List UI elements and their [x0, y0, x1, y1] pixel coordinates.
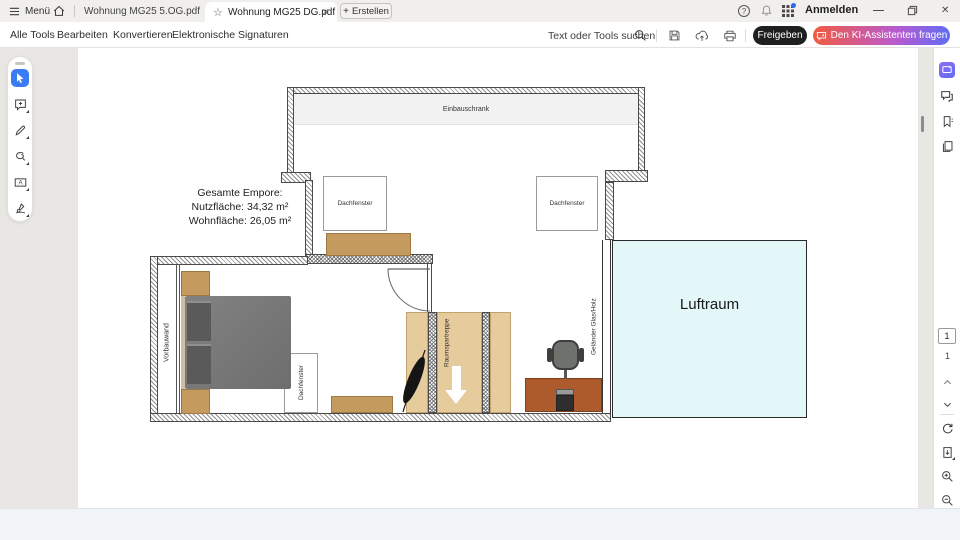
- upload-cloud-icon[interactable]: [695, 29, 709, 43]
- divider: [940, 414, 954, 415]
- menu-konvertieren[interactable]: Konvertieren: [113, 29, 173, 41]
- close-button[interactable]: ✕: [941, 5, 949, 16]
- screen: Menü Wohnung MG25 5.OG.pdf ☆ Wohnung MG2…: [0, 0, 960, 540]
- page-total: 1: [934, 351, 960, 361]
- wall: [287, 87, 294, 182]
- tab-active[interactable]: ☆ Wohnung MG25 DG.pdf ✕: [205, 2, 337, 22]
- tab-inactive[interactable]: Wohnung MG25 5.OG.pdf: [84, 0, 200, 22]
- menu-alle-tools[interactable]: Alle Tools: [10, 29, 55, 41]
- summary-line-3: Wohnfläche: 26,05 m²: [165, 214, 315, 228]
- zoom-in-icon[interactable]: [939, 468, 955, 484]
- home-icon: [52, 4, 66, 18]
- einbauschrank: Einbauschrank: [294, 94, 638, 125]
- office-chair: [552, 340, 579, 370]
- pillow: [187, 301, 211, 341]
- hamburger-icon: [9, 6, 20, 17]
- wall: [605, 170, 648, 182]
- stairs-rail: [482, 312, 490, 413]
- wall: [150, 256, 308, 265]
- notification-dot: [791, 3, 796, 8]
- ai-assistant-button[interactable]: Den KI-Assistenten fragen: [813, 26, 950, 45]
- search-icon[interactable]: [634, 29, 647, 42]
- signin-button[interactable]: Anmelden: [805, 4, 858, 16]
- summary-line-2: Nutzfläche: 34,32 m²: [165, 200, 315, 214]
- taskbar: Suche ⚙ A: [0, 508, 960, 540]
- wall: [605, 182, 614, 240]
- tab-active-label: Wohnung MG25 DG.pdf: [228, 7, 335, 18]
- wall: [287, 87, 645, 94]
- bookmarks-panel-icon[interactable]: [939, 113, 955, 129]
- fit-page-icon[interactable]: [939, 444, 955, 460]
- menu-e-signaturen[interactable]: Elektronische Signaturen: [172, 29, 289, 41]
- minimize-button[interactable]: [873, 10, 884, 11]
- titlebar: Menü Wohnung MG25 5.OG.pdf ☆ Wohnung MG2…: [0, 0, 960, 22]
- ai-chat-icon: [816, 30, 827, 41]
- rotate-page-icon[interactable]: [939, 420, 955, 436]
- print-icon[interactable]: [723, 29, 737, 43]
- dachfenster-box: Dachfenster: [323, 176, 387, 231]
- luftraum-label: Luftraum: [613, 296, 806, 313]
- floor-plan: Einbauschrank Luftraum Dachfenster Dachf…: [0, 48, 960, 508]
- nightstand: [181, 271, 210, 296]
- notifications-bell-icon[interactable]: [760, 4, 773, 17]
- wall: [638, 87, 645, 172]
- save-icon[interactable]: [668, 29, 681, 42]
- chair-armrest: [547, 348, 552, 362]
- home-button[interactable]: [52, 4, 66, 18]
- apps-grid-icon[interactable]: [782, 5, 794, 17]
- divider: [74, 5, 75, 17]
- sideboard: [326, 233, 411, 256]
- share-button[interactable]: Freigeben: [753, 26, 807, 45]
- monitor: [556, 395, 574, 411]
- pages-panel-icon[interactable]: [939, 138, 955, 154]
- railing: [602, 240, 611, 413]
- gelaender-label: Geländer Glas/Holz: [588, 292, 600, 362]
- nightstand: [181, 389, 210, 414]
- luftraum: Luftraum: [612, 240, 807, 418]
- door-swing: [386, 262, 434, 314]
- stairs-arrow-shaft: [452, 366, 461, 390]
- vorbauwand-label: Vorbauwand: [157, 288, 177, 398]
- toolbar: Alle Tools Bearbeiten Konvertieren Elekt…: [0, 22, 960, 48]
- chair-armrest: [579, 348, 584, 362]
- chair-stem: [564, 370, 567, 379]
- create-label: Erstellen: [352, 6, 389, 17]
- comments-panel-icon[interactable]: [939, 88, 955, 104]
- wall: [150, 413, 611, 422]
- summary-line-1: Gesamte Empore:: [165, 186, 315, 200]
- restore-button[interactable]: [907, 5, 918, 16]
- previous-page-icon[interactable]: [939, 374, 955, 390]
- menu-label: Menü: [25, 6, 50, 17]
- menu-bearbeiten[interactable]: Bearbeiten: [57, 29, 108, 41]
- stairs-panel: [490, 312, 511, 413]
- next-page-icon[interactable]: [939, 396, 955, 412]
- right-sidebar: 1 1: [933, 48, 960, 508]
- plant: [398, 346, 432, 414]
- tab-close-icon[interactable]: ✕: [322, 7, 330, 18]
- page-number-input[interactable]: 1: [938, 328, 956, 344]
- dachfenster-box: Dachfenster: [536, 176, 598, 231]
- divider: [656, 29, 657, 42]
- zoom-out-icon[interactable]: [939, 492, 955, 508]
- stairs-arrow-head: [445, 390, 467, 404]
- raumspartreppe-label: Raumspartreppe: [441, 315, 453, 370]
- divider: [745, 29, 746, 42]
- sideboard: [331, 396, 393, 413]
- ai-assistant-panel-icon[interactable]: [939, 62, 955, 78]
- plus-icon: +: [343, 6, 349, 17]
- pillow: [187, 344, 211, 384]
- star-icon[interactable]: ☆: [213, 6, 223, 19]
- help-icon[interactable]: ?: [738, 5, 750, 17]
- area-summary: Gesamte Empore: Nutzfläche: 34,32 m² Woh…: [165, 186, 315, 228]
- menu-button[interactable]: Menü: [9, 0, 50, 22]
- create-button[interactable]: + Erstellen: [340, 3, 392, 19]
- einbauschrank-label: Einbauschrank: [443, 106, 489, 113]
